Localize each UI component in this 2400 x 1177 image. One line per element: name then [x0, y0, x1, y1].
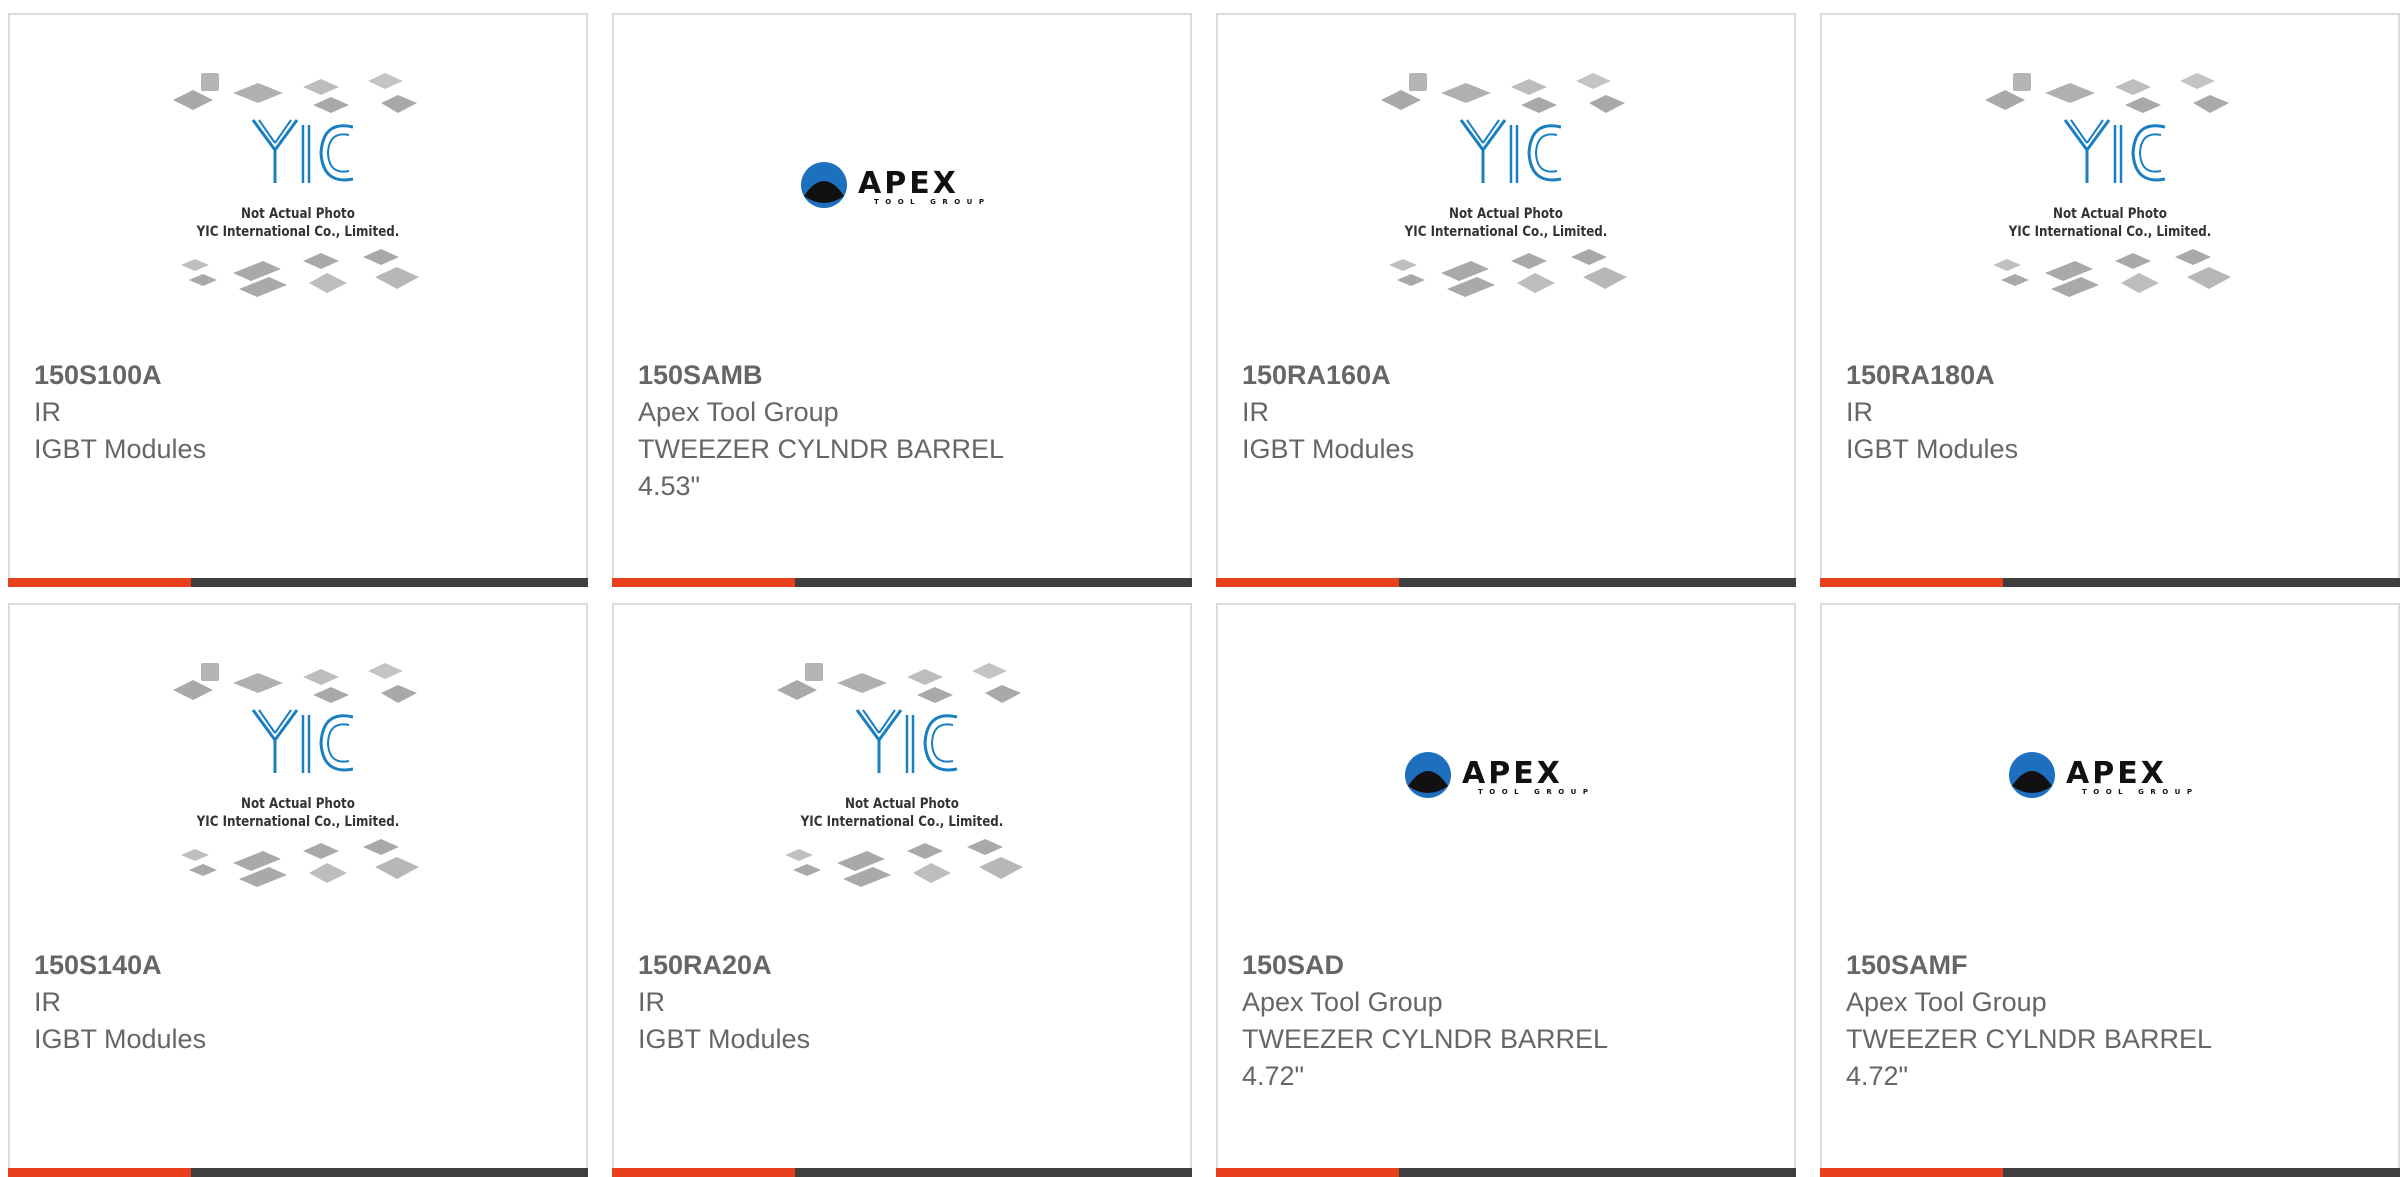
card-footer-bar [612, 578, 1192, 587]
part-number-link[interactable]: 150S140A [34, 947, 566, 984]
part-number-link[interactable]: 150S100A [34, 357, 566, 394]
manufacturer-name: IR [34, 987, 61, 1017]
product-card[interactable]: Not Actual Photo YIC International Co., … [1216, 13, 1796, 587]
product-description: TWEEZER CYLNDR BARREL [1242, 1024, 1609, 1054]
manufacturer-name: IR [34, 397, 61, 427]
placeholder-caption-line1: Not Actual Photo [2053, 206, 2167, 222]
product-description-size: 4.53" [638, 471, 701, 501]
manufacturer-name: Apex Tool Group [1846, 987, 2047, 1017]
manufacturer-name: IR [1242, 397, 1269, 427]
placeholder-caption-line2: YIC International Co., Limited. [800, 814, 1004, 830]
manufacturer-name: Apex Tool Group [638, 397, 839, 427]
card-footer-accent [612, 578, 795, 587]
card-footer-bar [8, 1168, 588, 1177]
part-number-link[interactable]: 150RA160A [1242, 357, 1774, 394]
product-card[interactable]: APEX TOOL GROUP 150SAMB Apex Tool Group TW… [612, 13, 1192, 587]
product-info: 150S140A IR IGBT Modules [34, 947, 566, 1058]
product-card[interactable]: Not Actual Photo YIC International Co., … [8, 603, 588, 1177]
card-footer-accent [8, 578, 191, 587]
product-info: 150S100A IR IGBT Modules [34, 357, 566, 468]
placeholder-caption-line2: YIC International Co., Limited. [2008, 224, 2212, 240]
product-grid: Not Actual Photo YIC International Co., … [8, 13, 2400, 1177]
manufacturer-name: Apex Tool Group [1242, 987, 1443, 1017]
part-number-link[interactable]: 150SAMF [1846, 947, 2378, 984]
apex-tool-group-logo: APEX TOOL GROUP [2008, 750, 2213, 800]
product-image[interactable]: Not Actual Photo YIC International Co., … [1218, 15, 1794, 355]
product-info: 150RA20A IR IGBT Modules [638, 947, 1170, 1058]
card-footer-accent [1820, 1168, 2003, 1177]
product-description: TWEEZER CYLNDR BARREL [1846, 1024, 2213, 1054]
product-card[interactable]: Not Actual Photo YIC International Co., … [612, 603, 1192, 1177]
product-image[interactable]: Not Actual Photo YIC International Co., … [1822, 15, 2398, 355]
card-footer-accent [612, 1168, 795, 1177]
part-number-link[interactable]: 150SAD [1242, 947, 1774, 984]
product-image[interactable]: APEX TOOL GROUP [614, 15, 1190, 355]
card-footer-bar [8, 578, 588, 587]
placeholder-caption-line2: YIC International Co., Limited. [1404, 224, 1608, 240]
part-number-link[interactable]: 150RA180A [1846, 357, 2378, 394]
product-description: IGBT Modules [638, 1024, 811, 1054]
not-actual-photo-image: Not Actual Photo YIC International Co., … [1975, 65, 2245, 305]
card-footer-bar [612, 1168, 1192, 1177]
placeholder-caption-line1: Not Actual Photo [241, 206, 355, 222]
product-info: 150SAMF Apex Tool Group TWEEZER CYLNDR BAR… [1846, 947, 2378, 1095]
manufacturer-name: IR [638, 987, 665, 1017]
product-image[interactable]: APEX TOOL GROUP [1822, 605, 2398, 945]
svg-text:TOOL GROUP: TOOL GROUP [1478, 788, 1594, 796]
part-number-link[interactable]: 150SAMB [638, 357, 1170, 394]
not-actual-photo-image: Not Actual Photo YIC International Co., … [163, 655, 433, 895]
product-description: IGBT Modules [34, 434, 207, 464]
not-actual-photo-image: Not Actual Photo YIC International Co., … [1371, 65, 1641, 305]
product-image[interactable]: Not Actual Photo YIC International Co., … [10, 15, 586, 355]
manufacturer-name: IR [1846, 397, 1873, 427]
product-image[interactable]: Not Actual Photo YIC International Co., … [614, 605, 1190, 945]
product-description: TWEEZER CYLNDR BARREL [638, 434, 1005, 464]
placeholder-caption-line1: Not Actual Photo [845, 796, 959, 812]
product-description: IGBT Modules [34, 1024, 207, 1054]
placeholder-caption-line1: Not Actual Photo [241, 796, 355, 812]
card-footer-accent [1216, 1168, 1399, 1177]
card-footer-bar [1820, 578, 2400, 587]
card-footer-accent [8, 1168, 191, 1177]
card-footer-bar [1820, 1168, 2400, 1177]
product-info: 150SAMB Apex Tool Group TWEEZER CYLNDR BAR… [638, 357, 1170, 505]
card-footer-bar [1216, 1168, 1796, 1177]
product-info: 150RA160A IR IGBT Modules [1242, 357, 1774, 468]
placeholder-caption-line2: YIC International Co., Limited. [196, 814, 400, 830]
product-card[interactable]: Not Actual Photo YIC International Co., … [8, 13, 588, 587]
placeholder-caption-line1: Not Actual Photo [1449, 206, 1563, 222]
svg-text:APEX: APEX [1462, 756, 1563, 791]
card-footer-accent [1820, 578, 2003, 587]
product-card[interactable]: APEX TOOL GROUP 150SAD Apex Tool Group TWE… [1216, 603, 1796, 1177]
apex-tool-group-logo: APEX TOOL GROUP [800, 160, 1005, 210]
svg-text:TOOL GROUP: TOOL GROUP [874, 198, 990, 206]
product-description-size: 4.72" [1242, 1061, 1305, 1091]
part-number-link[interactable]: 150RA20A [638, 947, 1170, 984]
product-card[interactable]: Not Actual Photo YIC International Co., … [1820, 13, 2400, 587]
card-footer-bar [1216, 578, 1796, 587]
not-actual-photo-image: Not Actual Photo YIC International Co., … [767, 655, 1037, 895]
svg-text:APEX: APEX [858, 166, 959, 201]
product-description: IGBT Modules [1846, 434, 2019, 464]
apex-tool-group-logo: APEX TOOL GROUP [1404, 750, 1609, 800]
product-description: IGBT Modules [1242, 434, 1415, 464]
not-actual-photo-image: Not Actual Photo YIC International Co., … [163, 65, 433, 305]
product-image[interactable]: APEX TOOL GROUP [1218, 605, 1794, 945]
card-footer-accent [1216, 578, 1399, 587]
product-image[interactable]: Not Actual Photo YIC International Co., … [10, 605, 586, 945]
product-description-size: 4.72" [1846, 1061, 1909, 1091]
product-card[interactable]: APEX TOOL GROUP 150SAMF Apex Tool Group TW… [1820, 603, 2400, 1177]
svg-text:APEX: APEX [2066, 756, 2167, 791]
product-info: 150RA180A IR IGBT Modules [1846, 357, 2378, 468]
product-info: 150SAD Apex Tool Group TWEEZER CYLNDR BARR… [1242, 947, 1774, 1095]
svg-text:TOOL GROUP: TOOL GROUP [2082, 788, 2198, 796]
placeholder-caption-line2: YIC International Co., Limited. [196, 224, 400, 240]
